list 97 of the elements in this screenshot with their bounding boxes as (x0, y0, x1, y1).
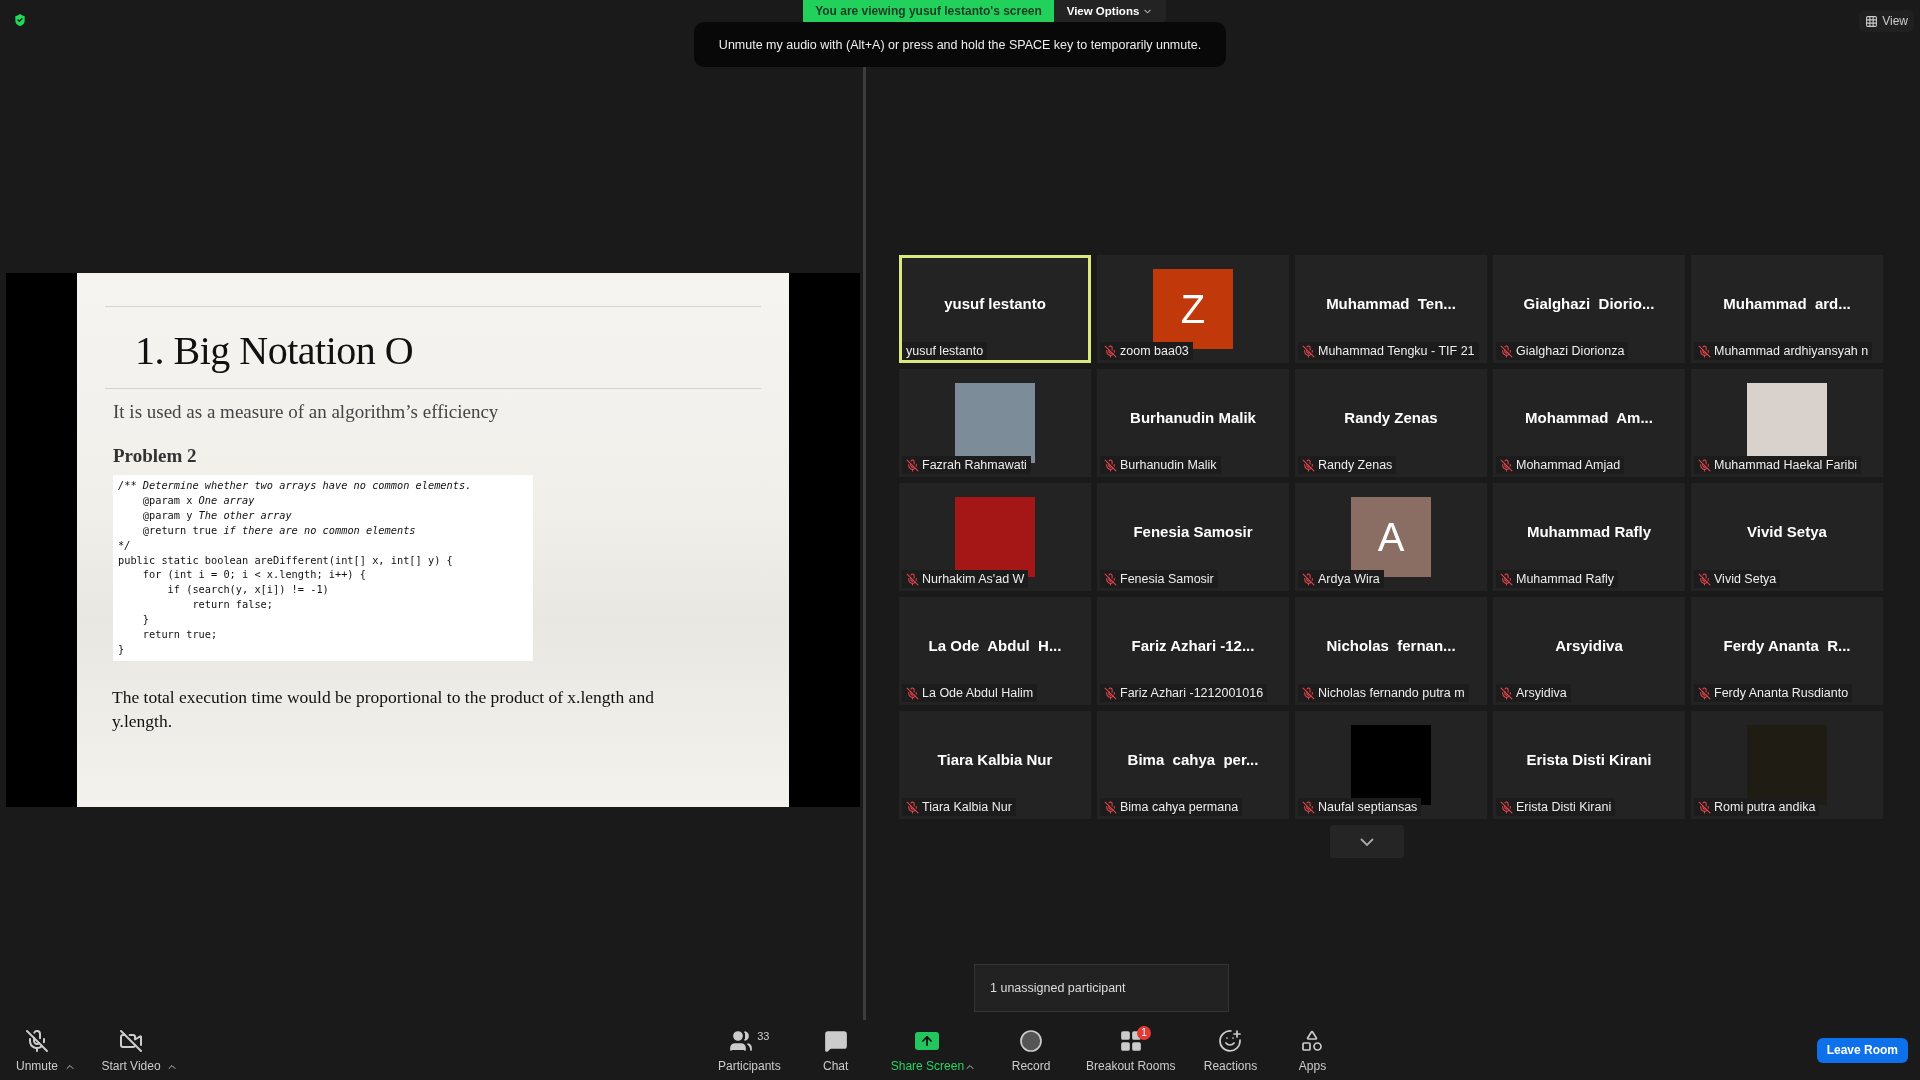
slide-paragraph: The total execution time would be proportional to the product of x.length and y.length. (112, 685, 655, 733)
participant-label-text: Burhanudin Malik (1120, 458, 1217, 472)
participant-label-text: Nurhakim As'ad W (922, 572, 1025, 586)
slide-title: 1. Big Notation O (134, 327, 415, 375)
participant-tile[interactable]: Mohammad Am... Mohammad Amjad (1493, 369, 1685, 477)
chevron-down-icon (1360, 837, 1374, 846)
participant-name: Fariz Azhari -12... (1131, 636, 1255, 654)
participant-label-text: Arsyidiva (1516, 686, 1567, 700)
participant-tile[interactable]: Muhammad Ten... Muhammad Tengku - TIF 21 (1295, 255, 1487, 363)
video-button[interactable]: Start Video (96, 1027, 166, 1073)
participant-label-text: Ferdy Ananta Rusdianto (1714, 686, 1849, 700)
participant-tile[interactable]: Arsyidiva Arsyidiva (1493, 597, 1685, 705)
breakout-popup: 1 unassigned participant (974, 964, 1229, 1012)
participant-tile[interactable]: Vivid Setya Vivid Setya (1691, 483, 1883, 591)
mic-off-icon (25, 1028, 49, 1053)
participant-label-text: Nicholas fernando putra m (1318, 686, 1465, 700)
participant-label-text: Muhammad Tengku - TIF 21 (1318, 344, 1475, 358)
participant-label-text: Muhammad Rafly (1516, 572, 1614, 586)
participant-tile[interactable]: Gialghazi Diorio... Gialghazi Diorionza (1493, 255, 1685, 363)
share-button[interactable]: Share Screen (890, 1027, 965, 1073)
participant-label-text: Fariz Azhari -1212001016 (1120, 686, 1264, 700)
chat-icon (823, 1028, 848, 1053)
participant-name: Ferdy Ananta R... (1723, 636, 1851, 654)
participant-tile[interactable]: Ferdy Ananta R... Ferdy Ananta Rusdianto (1691, 597, 1883, 705)
security-shield-icon (12, 12, 28, 28)
view-button[interactable]: View (1859, 10, 1914, 32)
participant-name: Fenesia Samosir (1133, 522, 1253, 540)
notification-badge: 1 (1137, 1025, 1151, 1040)
participant-label-text: Fenesia Samosir (1120, 572, 1214, 586)
participant-tile[interactable]: Muhammad Haekal Faribi (1691, 369, 1883, 477)
view-options-button[interactable]: View Options (1054, 0, 1166, 22)
breakout-button[interactable]: 1 Breakout Rooms (1086, 1027, 1176, 1073)
smiley-icon (1218, 1028, 1243, 1053)
participant-tile[interactable]: Fazrah Rahmawati (899, 369, 1091, 477)
participant-tile[interactable]: Randy Zenas Randy Zenas (1295, 369, 1487, 477)
share-screen-icon (915, 1031, 940, 1050)
participant-tile[interactable]: La Ode Abdul H... La Ode Abdul Halim (899, 597, 1091, 705)
participant-name: Nicholas fernan... (1326, 636, 1456, 654)
participant-label-text: yusuf lestanto (906, 344, 984, 358)
participant-name: Tiara Kalbia Nur (937, 750, 1053, 768)
participant-name: La Ode Abdul H... (928, 636, 1062, 654)
participant-name: Mohammad Am... (1525, 408, 1653, 426)
participant-tile[interactable]: Nurhakim As'ad W (899, 483, 1091, 591)
participant-tile[interactable]: Naufal septiansas (1295, 711, 1487, 819)
participant-label-text: Naufal septiansas (1318, 800, 1418, 814)
unmute-tooltip: Unmute my audio with (Alt+A) or press and hold the SPACE key to temporarily unmute. (694, 22, 1226, 67)
participant-tile[interactable]: Tiara Kalbia Nur Tiara Kalbia Nur (899, 711, 1091, 819)
record-button[interactable]: Record (1004, 1027, 1059, 1073)
participant-tile[interactable]: Nicholas fernan... Nicholas fernando putra m (1295, 597, 1487, 705)
slide-heading: Problem 2 (113, 445, 198, 467)
participant-label-text: Fazrah Rahmawati (922, 458, 1027, 472)
participant-name: Randy Zenas (1344, 408, 1438, 426)
participant-name: Vivid Setya (1747, 522, 1827, 540)
participant-tile[interactable]: Bima cahya per... Bima cahya permana (1097, 711, 1289, 819)
participant-label-text: Muhammad Haekal Faribi (1714, 458, 1858, 472)
participant-label-text: Mohammad Amjad (1516, 458, 1621, 472)
chat-button[interactable]: Chat (808, 1027, 863, 1073)
grid-icon (1118, 1028, 1143, 1053)
participant-tile[interactable]: Romi putra andika (1691, 711, 1883, 819)
participant-tile[interactable]: Fariz Azhari -12... Fariz Azhari -1212001016 (1097, 597, 1289, 705)
record-icon (1019, 1028, 1044, 1053)
leave-room-button[interactable]: Leave Room (1816, 1037, 1908, 1063)
participant-name: Muhammad Rafly (1526, 522, 1652, 540)
apps-icon (1300, 1028, 1325, 1053)
participant-name: Burhanudin Malik (1130, 408, 1256, 426)
slide-subtitle: It is used as a measure of an algorithm’s efficiency (113, 401, 500, 423)
participant-label-text: Vivid Setya (1714, 572, 1777, 586)
participant-tile[interactable]: Muhammad Rafly Muhammad Rafly (1493, 483, 1685, 591)
participants-button[interactable]: 33 Participants (718, 1027, 781, 1073)
participant-label-text: Romi putra andika (1714, 800, 1816, 814)
participant-name: Bima cahya per... (1127, 750, 1259, 768)
participant-label-text: Tiara Kalbia Nur (922, 800, 1012, 814)
participant-tile[interactable]: Burhanudin Malik Burhanudin Malik (1097, 369, 1289, 477)
participant-name: Muhammad Ten... (1326, 294, 1456, 312)
mic-button[interactable]: Unmute (10, 1027, 64, 1073)
reactions-button[interactable]: Reactions (1203, 1027, 1258, 1073)
grid-icon (1865, 14, 1879, 28)
video-off-icon (119, 1028, 143, 1053)
apps-button[interactable]: Apps (1285, 1027, 1340, 1073)
participant-label-text: Bima cahya permana (1120, 800, 1239, 814)
participant-name: Muhammad ard... (1723, 294, 1851, 312)
code-snippet: /** Determine whether two arrays have no common elements. @param x One array @param y The other array @return true if there are no common elements */ public static boolean areDifferent(int[] x, int[] y) { for (int i = 0; i < x.length; i++) { if (search(y, x[i]) != -1) return false; } return true; } (113, 475, 533, 661)
participant-name: Arsyidiva (1555, 636, 1623, 654)
screen-share-banner: You are viewing yusuf lestanto's screen (803, 0, 1054, 22)
participant-tile[interactable]: yusuf lestanto yusuf lestanto (899, 255, 1091, 363)
participant-tile[interactable]: Erista Disti Kirani Erista Disti Kirani (1493, 711, 1685, 819)
participant-label-text: Muhammad ardhiyansyah n (1714, 344, 1869, 358)
participant-label-text: Gialghazi Diorionza (1516, 344, 1625, 358)
participant-label-text: Randy Zenas (1318, 458, 1393, 472)
participant-name: Erista Disti Kirani (1526, 750, 1652, 768)
participant-tile[interactable]: Muhammad ard... Muhammad ardhiyansyah n (1691, 255, 1883, 363)
participant-label-text: La Ode Abdul Halim (922, 686, 1034, 700)
participant-name: yusuf lestanto (944, 294, 1046, 312)
participant-name: Gialghazi Diorio... (1523, 294, 1655, 312)
participant-label-text: Erista Disti Kirani (1516, 800, 1612, 814)
participants-icon (729, 1028, 754, 1053)
participant-tile[interactable]: Fenesia Samosir Fenesia Samosir (1097, 483, 1289, 591)
